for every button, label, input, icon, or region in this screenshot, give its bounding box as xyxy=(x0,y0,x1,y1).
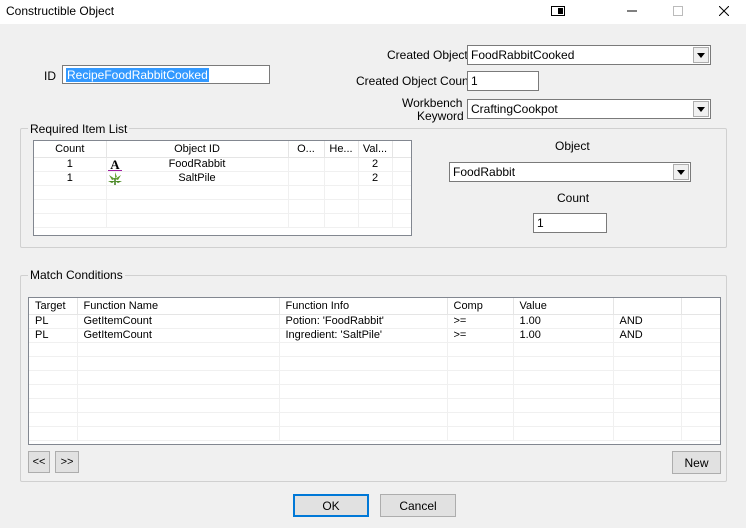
table-row xyxy=(29,342,720,357)
object-id-cell: SaltPile xyxy=(106,171,289,186)
operator-cell: AND xyxy=(613,314,682,329)
operator-cell: AND xyxy=(613,328,682,343)
column-header-empty xyxy=(392,141,411,158)
table-row xyxy=(29,384,720,399)
empty-cell xyxy=(392,157,411,172)
created-object-count-field[interactable]: 1 xyxy=(467,71,539,91)
table-row xyxy=(29,370,720,385)
count-field[interactable]: 1 xyxy=(533,213,607,233)
function-info-cell: Ingredient: 'SaltPile' xyxy=(279,328,448,343)
close-button[interactable] xyxy=(702,0,746,24)
target-cell: PL xyxy=(29,328,78,343)
count-cell: 1 xyxy=(34,157,107,172)
restore-icon xyxy=(551,5,565,19)
workbench-keyword-value: CraftingCookpot xyxy=(471,102,558,116)
match-conditions-list[interactable]: Target Function Name Function Info Comp … xyxy=(28,297,721,445)
svg-text:A: A xyxy=(110,158,120,172)
column-header-function-info[interactable]: Function Info xyxy=(279,298,448,315)
table-row xyxy=(29,398,720,413)
function-name-cell: GetItemCount xyxy=(77,328,280,343)
new-button[interactable]: New xyxy=(672,451,721,474)
he-cell xyxy=(324,157,359,172)
column-header-o[interactable]: O... xyxy=(288,141,325,158)
table-row[interactable]: PL GetItemCount Potion: 'FoodRabbit' >= … xyxy=(29,314,720,329)
minimize-icon xyxy=(627,5,637,19)
chevron-down-icon[interactable] xyxy=(693,47,709,63)
required-item-list-label: Required Item List xyxy=(28,122,130,136)
required-items-list[interactable]: Count Object ID O... He... Val... 1 A Fo… xyxy=(33,140,412,236)
count-cell: 1 xyxy=(34,171,107,186)
function-name-cell: GetItemCount xyxy=(77,314,280,329)
column-header-function-name[interactable]: Function Name xyxy=(77,298,280,315)
column-header-val[interactable]: Val... xyxy=(358,141,393,158)
empty-cell xyxy=(681,314,720,329)
table-row[interactable]: PL GetItemCount Ingredient: 'SaltPile' >… xyxy=(29,328,720,343)
created-object-count-value: 1 xyxy=(471,74,478,88)
count-value: 1 xyxy=(537,216,544,230)
chevron-down-icon[interactable] xyxy=(673,164,689,180)
column-header-value[interactable]: Value xyxy=(513,298,614,315)
table-row xyxy=(29,356,720,371)
table-row xyxy=(34,199,411,214)
comp-cell: >= xyxy=(447,314,514,329)
comp-cell: >= xyxy=(447,328,514,343)
column-header-target[interactable]: Target xyxy=(29,298,78,315)
window-title: Constructible Object xyxy=(6,4,115,18)
table-row xyxy=(29,412,720,427)
object-id-value: SaltPile xyxy=(178,172,216,184)
object-dropdown[interactable]: FoodRabbit xyxy=(449,162,691,182)
empty-cell xyxy=(681,328,720,343)
he-cell xyxy=(324,171,359,186)
column-header-object-id[interactable]: Object ID xyxy=(106,141,289,158)
val-cell: 2 xyxy=(358,157,393,172)
next-button[interactable]: >> xyxy=(55,451,79,473)
workbench-label-line2: Keyword xyxy=(417,109,464,123)
restore-button[interactable] xyxy=(536,0,580,24)
letter-a-icon: A xyxy=(107,158,123,172)
maximize-icon xyxy=(673,5,683,19)
column-header-operator[interactable] xyxy=(613,298,682,315)
object-id-cell: A FoodRabbit xyxy=(106,157,289,172)
plant-icon xyxy=(107,171,123,184)
table-row xyxy=(34,185,411,200)
empty-cell xyxy=(392,171,411,186)
workbench-keyword-dropdown[interactable]: CraftingCookpot xyxy=(467,99,711,119)
created-object-dropdown[interactable]: FoodRabbitCooked xyxy=(467,45,711,65)
column-header-empty xyxy=(681,298,720,315)
close-icon xyxy=(718,5,730,19)
table-row xyxy=(34,213,411,228)
created-object-label: Created Object xyxy=(387,48,468,62)
created-object-value: FoodRabbitCooked xyxy=(471,48,575,62)
table-row[interactable]: 1 SaltPile 2 xyxy=(34,171,411,186)
value-cell: 1.00 xyxy=(513,314,614,329)
column-header-he[interactable]: He... xyxy=(324,141,359,158)
function-info-cell: Potion: 'FoodRabbit' xyxy=(279,314,448,329)
id-label: ID xyxy=(44,69,56,83)
id-field[interactable]: RecipeFoodRabbitCooked xyxy=(62,65,270,84)
object-value: FoodRabbit xyxy=(453,165,516,179)
table-row xyxy=(29,426,720,441)
target-cell: PL xyxy=(29,314,78,329)
id-value: RecipeFoodRabbitCooked xyxy=(66,68,209,82)
value-cell: 1.00 xyxy=(513,328,614,343)
ok-button[interactable]: OK xyxy=(293,494,369,517)
minimize-button[interactable] xyxy=(610,0,654,24)
object-label: Object xyxy=(555,139,590,153)
column-header-comp[interactable]: Comp xyxy=(447,298,514,315)
count-label: Count xyxy=(557,191,590,205)
object-id-value: FoodRabbit xyxy=(168,158,226,170)
match-conditions-label: Match Conditions xyxy=(28,268,125,282)
val-cell: 2 xyxy=(358,171,393,186)
previous-button[interactable]: << xyxy=(28,451,50,473)
chevron-down-icon[interactable] xyxy=(693,101,709,117)
column-header-count[interactable]: Count xyxy=(34,141,107,158)
maximize-button[interactable] xyxy=(656,0,700,24)
title-bar[interactable]: Constructible Object xyxy=(0,0,746,24)
cancel-button[interactable]: Cancel xyxy=(380,494,456,517)
workbench-label-line1: Workbench xyxy=(402,96,463,110)
o-cell xyxy=(288,171,325,186)
created-object-count-label: Created Object Count xyxy=(356,74,473,88)
o-cell xyxy=(288,157,325,172)
table-row[interactable]: 1 A FoodRabbit 2 xyxy=(34,157,411,172)
